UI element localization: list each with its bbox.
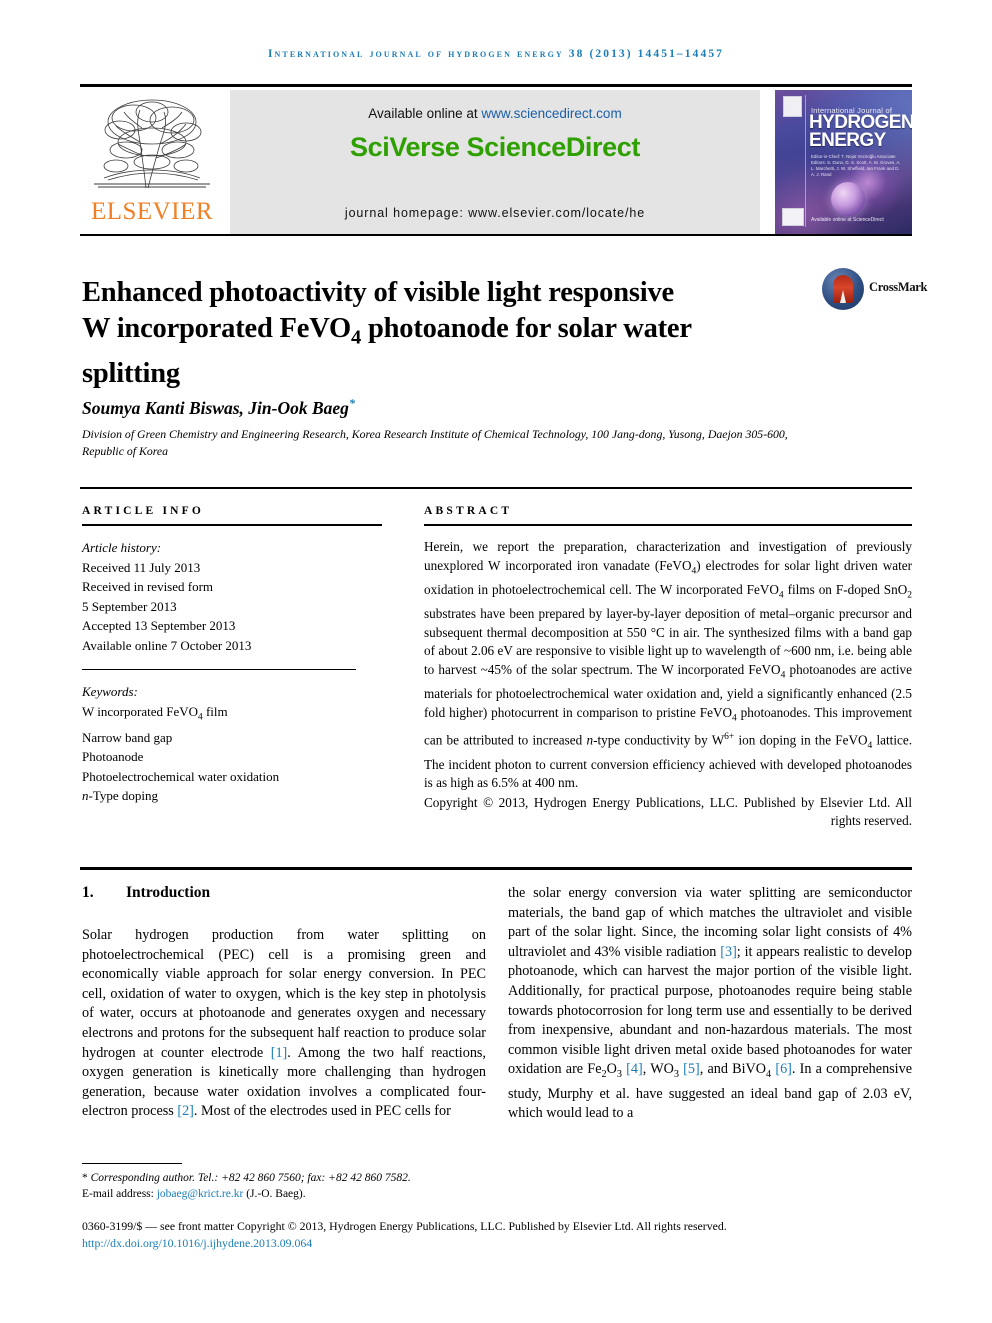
email-link[interactable]: jobaeg@krict.re.kr <box>157 1188 244 1200</box>
sciencedirect-url[interactable]: www.sciencedirect.com <box>481 106 621 121</box>
article-info-rule <box>82 524 382 526</box>
corresponding-author-text: Corresponding author. Tel.: +82 42 860 7… <box>90 1172 411 1184</box>
masthead-top-rule <box>80 84 912 87</box>
citation-link-1[interactable]: [1] <box>271 1045 288 1061</box>
sciencedirect-band: Available online at www.sciencedirect.co… <box>230 90 760 234</box>
affiliation: Division of Green Chemistry and Engineer… <box>82 427 788 458</box>
crossmark-icon <box>822 268 864 310</box>
journal-cover-image: International Journal of HYDROGEN ENERGY … <box>775 90 912 234</box>
abstract-text: Herein, we report the preparation, chara… <box>424 539 913 791</box>
author-list: Soumya Kanti Biswas, Jin-Ook Baeg* <box>82 396 782 419</box>
keyword-item-4: n-Type doping <box>82 788 158 804</box>
citation-link-6[interactable]: [6] <box>775 1061 792 1077</box>
history-item-available-online: Available online 7 October 2013 <box>82 637 252 653</box>
article-history-block: Article history: Received 11 July 2013 R… <box>82 538 382 655</box>
keywords-label: Keywords: <box>82 684 138 699</box>
journal-masthead: ELSEVIER Available online at www.science… <box>80 84 912 236</box>
title-line-3: splitting <box>82 357 180 389</box>
abstract-rule <box>424 524 912 526</box>
available-online-line: Available online at www.sciencedirect.co… <box>230 106 760 121</box>
cover-ihe-badge-icon <box>782 208 804 226</box>
cover-sphere-graphic <box>831 182 865 216</box>
title-line-1: Enhanced photoactivity of visible light … <box>82 277 674 309</box>
citation-link-4[interactable]: [4] <box>626 1061 643 1077</box>
elsevier-wordmark: ELSEVIER <box>90 198 214 225</box>
running-head: International Journal of Hydrogen Energy… <box>267 48 725 60</box>
email-label: E-mail address: <box>82 1188 157 1200</box>
footnote-rule <box>82 1163 182 1164</box>
keyword-item-1: Narrow band gap <box>82 729 173 745</box>
keywords-block: Keywords: W incorporated FeVO4 film Narr… <box>82 682 382 806</box>
article-info-column: ARTICLE INFO Article history: Received 1… <box>82 505 382 806</box>
cover-divider <box>805 95 806 227</box>
author-names: Soumya Kanti Biswas, Jin-Ook Baeg <box>82 397 349 418</box>
paper-page: International Journal of Hydrogen Energy… <box>0 0 992 1323</box>
available-online-text: Available online at <box>368 106 482 121</box>
intro-paragraph-left: Solar hydrogen production from water spl… <box>82 927 486 1120</box>
footnote-marker: * <box>82 1172 88 1184</box>
section-number: 1. <box>82 884 94 901</box>
history-item-revised-date: 5 September 2013 <box>82 598 177 614</box>
elsevier-logo: ELSEVIER <box>82 90 222 234</box>
keywords-rule <box>82 669 356 670</box>
keyword-item-3: Photoelectrochemical water oxidation <box>82 768 280 784</box>
cover-title-line2: HYDROGEN ENERGY <box>809 113 912 151</box>
email-suffix: (J.-O. Baeg). <box>243 1188 306 1200</box>
citation-link-2[interactable]: [2] <box>177 1103 194 1119</box>
citation-link-5[interactable]: [5] <box>683 1061 700 1077</box>
author-footnote-marker[interactable]: * <box>349 396 355 410</box>
crossmark-label: CrossMark <box>869 280 928 294</box>
sciverse-sciencedirect-logo: SciVerse ScienceDirect <box>350 132 640 162</box>
keyword-item-2: Photoanode <box>82 749 144 765</box>
masthead-bottom-rule <box>80 234 912 236</box>
intro-paragraph-right: the solar energy conversion via water sp… <box>508 885 913 1122</box>
article-info-heading: ARTICLE INFO <box>82 505 205 517</box>
keyword-item-0: W incorporated FeVO4 film <box>82 703 228 723</box>
title-line-2b: photoanode for solar water <box>361 313 692 345</box>
page-title: Enhanced photoactivity of visible light … <box>82 275 722 392</box>
info-section-top-rule <box>80 487 912 489</box>
issn-copyright-line: 0360-3199/$ — see front matter Copyright… <box>82 1219 727 1233</box>
section-title: Introduction <box>126 884 211 901</box>
body-section-top-rule <box>80 867 912 870</box>
journal-homepage-line[interactable]: journal homepage: www.elsevier.com/locat… <box>230 206 760 220</box>
title-line-2a: W incorporated FeVO <box>82 313 351 345</box>
doi-link[interactable]: http://dx.doi.org/10.1016/j.ijhydene.201… <box>82 1236 912 1251</box>
history-item-received: Received 11 July 2013 <box>82 559 201 575</box>
abstract-copyright: Copyright © 2013, Hydrogen Energy Public… <box>424 794 912 829</box>
abstract-heading: ABSTRACT <box>424 505 513 517</box>
history-item-revised-form: Received in revised form <box>82 579 214 594</box>
cover-editors: Editor-in-Chief: T. Nejat Veziroğlu Asso… <box>811 154 901 177</box>
cover-energy-text: ENERGY <box>809 130 886 151</box>
citation-link-3[interactable]: [3] <box>720 944 737 960</box>
article-history-label: Article history: <box>82 540 162 555</box>
corresponding-author-footnote: * Corresponding author. Tel.: +82 42 860… <box>82 1170 502 1202</box>
body-column-right: the solar energy conversion via water sp… <box>508 884 912 1124</box>
cover-sciencedirect-mark: Available online at ScienceDirect <box>811 217 884 223</box>
section-heading-introduction: 1. Introduction <box>82 884 486 902</box>
body-column-left: 1. Introduction Solar hydrogen production… <box>82 884 486 1122</box>
abstract-column: ABSTRACT Herein, we report the preparati… <box>424 505 912 831</box>
elsevier-tree-icon <box>94 99 210 189</box>
cover-elsevier-mark-icon <box>783 96 802 117</box>
history-item-accepted: Accepted 13 September 2013 <box>82 618 236 633</box>
crossmark-badge[interactable]: CrossMark <box>822 266 928 312</box>
title-subscript: 4 <box>350 326 362 349</box>
